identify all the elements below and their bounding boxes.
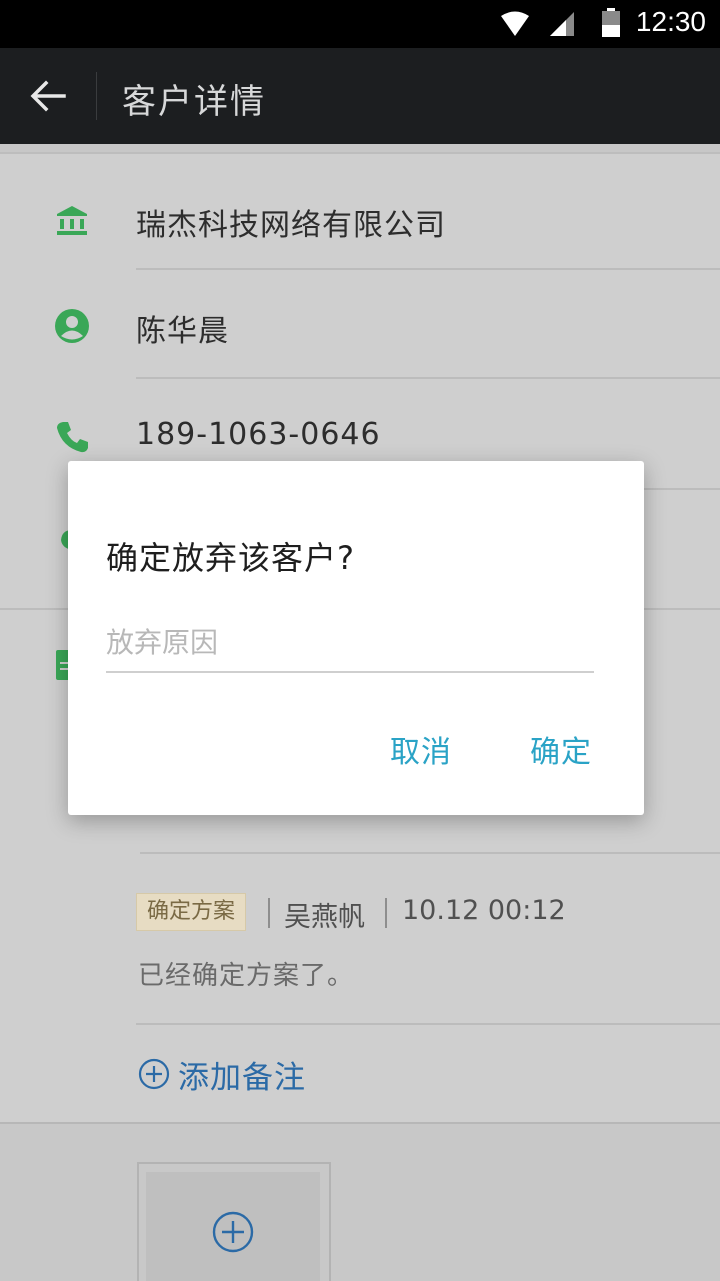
status-time: 12:30	[635, 6, 706, 37]
cancel-button[interactable]: 取消	[390, 727, 452, 771]
note-author: 吴燕帆	[284, 902, 365, 933]
note-content: 已经确定方案了。	[138, 961, 355, 991]
company-name: 瑞杰科技网络有限公司	[136, 208, 446, 243]
app-bar-divider	[96, 72, 97, 120]
wifi-icon	[501, 11, 529, 36]
divider	[140, 852, 720, 854]
status-tag: 确定方案	[136, 893, 247, 931]
add-note-label: 添加备注	[178, 1059, 306, 1096]
bank-icon	[57, 206, 87, 235]
add-attachment-button[interactable]	[146, 1172, 320, 1281]
note-time: 10.12 00:12	[402, 895, 566, 926]
back-button[interactable]	[24, 72, 72, 120]
contact-row: 陈华晨	[0, 270, 720, 378]
divider	[136, 1023, 720, 1025]
page-title: 客户详情	[122, 82, 266, 122]
meta-separator	[268, 898, 270, 928]
add-circle-icon	[212, 1211, 254, 1253]
phone-icon	[57, 422, 88, 453]
add-circle-icon	[138, 1058, 170, 1090]
phone-number: 189-1063-0646	[136, 417, 381, 452]
add-note-button[interactable]: 添加备注	[138, 1052, 306, 1096]
person-icon	[55, 309, 89, 343]
status-bar: 12:30	[0, 0, 720, 48]
app-bar: 客户详情	[0, 48, 720, 144]
company-row: 瑞杰科技网络有限公司	[0, 154, 720, 270]
dialog-title: 确定放弃该客户?	[106, 539, 355, 577]
header-shadow	[0, 144, 720, 154]
abandon-reason-input[interactable]	[106, 613, 594, 673]
abandon-customer-dialog: 确定放弃该客户? 取消 确定	[68, 461, 644, 815]
signal-icon	[550, 12, 574, 36]
battery-icon	[602, 8, 620, 37]
attachment-section	[0, 1122, 720, 1281]
contact-name: 陈华晨	[136, 314, 229, 349]
confirm-button[interactable]: 确定	[530, 727, 592, 771]
arrow-back-icon	[30, 80, 66, 112]
meta-separator	[385, 898, 387, 928]
